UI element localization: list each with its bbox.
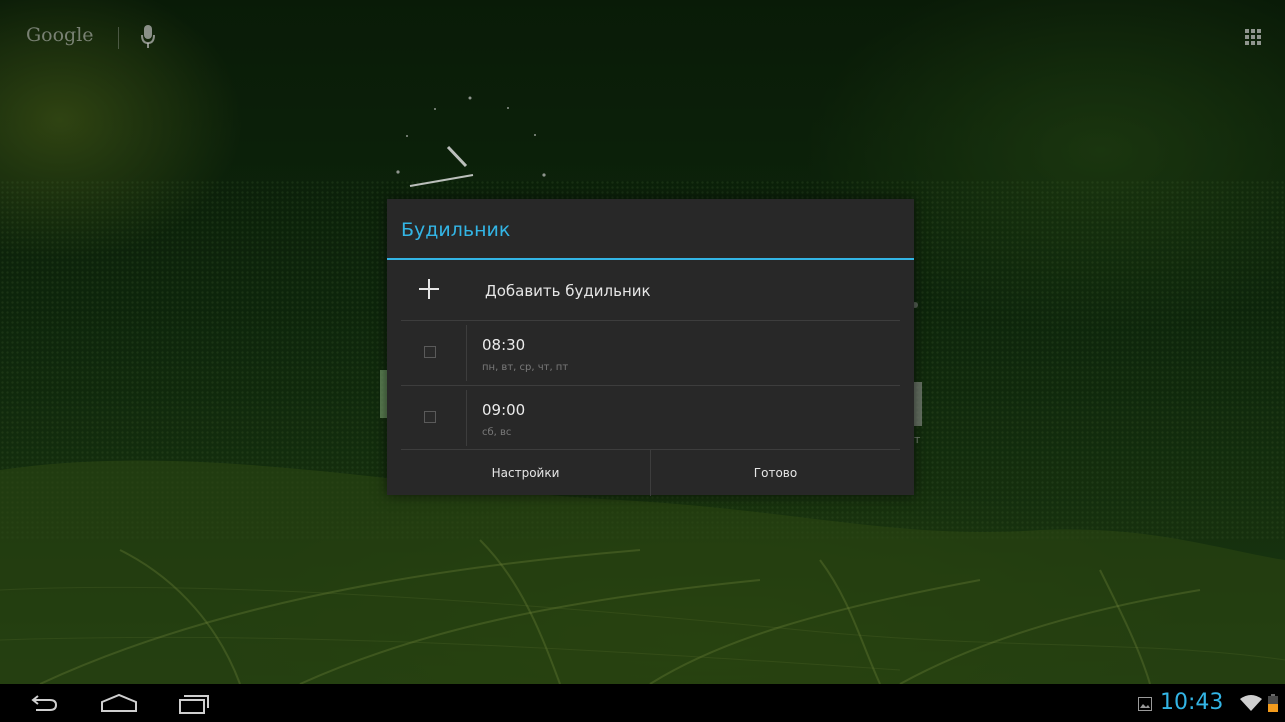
back-icon[interactable] <box>30 693 58 713</box>
widget-edge-right <box>914 382 922 426</box>
status-clock[interactable]: 10:43 <box>1160 690 1223 715</box>
widget-partial-label: т <box>914 433 921 446</box>
dialog-title: Будильник <box>401 219 511 241</box>
add-alarm-button[interactable]: Добавить будильник <box>401 261 901 319</box>
home-icon[interactable] <box>100 693 138 713</box>
gallery-icon[interactable] <box>1138 697 1152 711</box>
add-alarm-label: Добавить будильник <box>485 282 651 300</box>
row-vertical-separator <box>466 325 467 381</box>
alarm-days: сб, вс <box>482 427 512 438</box>
done-button[interactable]: Готово <box>651 450 900 496</box>
system-bar: 10:43 <box>0 684 1285 722</box>
plus-icon <box>419 279 439 299</box>
title-divider <box>387 258 914 260</box>
dialog-button-bar: Настройки Готово <box>401 449 900 496</box>
alarm-days: пн, вт, ср, чт, пт <box>482 362 569 373</box>
battery-icon <box>1268 694 1278 712</box>
google-logo[interactable]: Google <box>26 24 94 46</box>
alarm-list-item[interactable]: 08:30 пн, вт, ср, чт, пт <box>401 321 900 384</box>
alarm-time: 09:00 <box>482 401 526 419</box>
screen: Google т Будильник Добавить будильник 08… <box>0 0 1285 722</box>
alarm-enable-checkbox[interactable] <box>424 346 436 358</box>
alarm-dialog: Будильник Добавить будильник 08:30 пн, в… <box>387 199 914 496</box>
alarm-time: 08:30 <box>482 336 526 354</box>
settings-button[interactable]: Настройки <box>401 450 651 496</box>
mic-icon[interactable] <box>141 25 155 49</box>
apps-grid-icon[interactable] <box>1245 29 1261 45</box>
analog-clock-widget[interactable] <box>380 80 560 200</box>
search-bar-separator <box>118 27 119 49</box>
row-vertical-separator <box>466 390 467 446</box>
alarm-list-item[interactable]: 09:00 сб, вс <box>401 386 900 449</box>
wifi-icon <box>1240 695 1262 711</box>
alarm-enable-checkbox[interactable] <box>424 411 436 423</box>
recents-icon[interactable] <box>177 693 209 715</box>
